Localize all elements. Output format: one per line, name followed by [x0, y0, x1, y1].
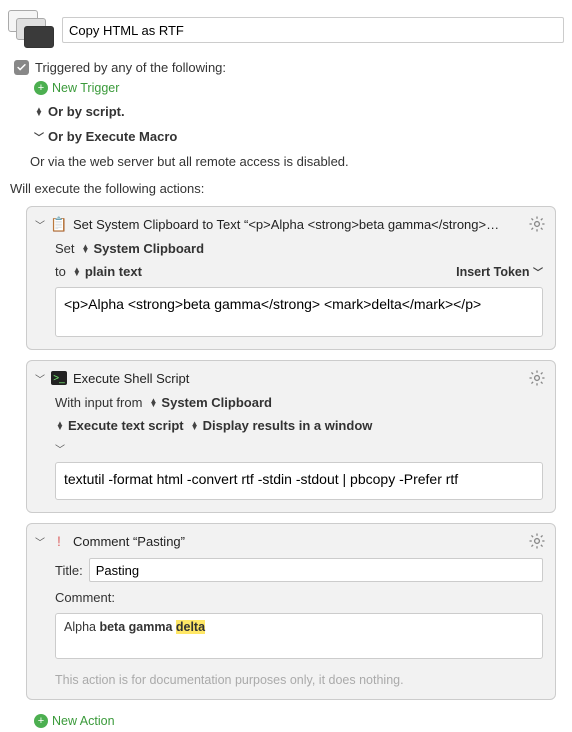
clipboard-text-input[interactable]	[55, 287, 543, 337]
to-label: to	[55, 264, 66, 279]
comment-text-mark: delta	[176, 620, 205, 634]
terminal-icon: >_	[51, 371, 67, 385]
or-by-script[interactable]: ▲▼ Or by script.	[0, 99, 572, 124]
comment-text-plain: Alpha	[64, 620, 99, 634]
chevron-down-icon[interactable]: ﹀	[55, 441, 65, 456]
to-mode-select[interactable]: ▲▼ plain text	[72, 264, 142, 279]
clipboard-icon: 📋	[51, 216, 67, 232]
new-action-button[interactable]: + New Action	[0, 710, 572, 732]
updown-icon: ▲▼	[72, 268, 82, 276]
macro-title-input[interactable]	[62, 17, 564, 43]
exec-mode-label: Execute text script	[68, 418, 184, 433]
plus-icon: +	[34, 714, 48, 728]
or-by-execute-macro[interactable]: ﹀ Or by Execute Macro	[0, 124, 572, 149]
updown-icon: ▲▼	[34, 108, 44, 116]
triggers-label: Triggered by any of the following:	[35, 60, 226, 75]
insert-token-label: Insert Token	[456, 265, 529, 279]
gear-icon[interactable]	[527, 214, 547, 234]
chevron-down-icon: ﹀	[533, 268, 543, 279]
updown-icon: ▲▼	[190, 422, 200, 430]
exec-heading: Will execute the following actions:	[0, 175, 572, 202]
or-via-web-server: Or via the web server but all remote acc…	[0, 149, 572, 175]
comment-title-input[interactable]	[89, 558, 543, 582]
action-title: Comment “Pasting”	[73, 534, 521, 549]
insert-token-button[interactable]: Insert Token ﹀	[456, 264, 543, 279]
set-target-label: System Clipboard	[94, 241, 205, 256]
title-label: Title:	[55, 563, 83, 578]
action-execute-shell: ﹀ >_ Execute Shell Script With input fro…	[26, 360, 556, 513]
new-trigger-button[interactable]: + New Trigger	[0, 77, 572, 99]
display-mode-label: Display results in a window	[203, 418, 373, 433]
new-action-label: New Action	[52, 714, 115, 728]
to-mode-label: plain text	[85, 264, 142, 279]
updown-icon: ▲▼	[148, 399, 158, 407]
comment-icon: !	[51, 533, 67, 549]
action-comment: ﹀ ! Comment “Pasting” Title: Comment: Al…	[26, 523, 556, 700]
with-input-label: With input from	[55, 395, 142, 410]
set-target-select[interactable]: ▲▼ System Clipboard	[81, 241, 205, 256]
action-title: Execute Shell Script	[73, 371, 521, 386]
input-source-select[interactable]: ▲▼ System Clipboard	[148, 395, 272, 410]
set-label: Set	[55, 241, 75, 256]
plus-icon: +	[34, 81, 48, 95]
updown-icon: ▲▼	[55, 422, 65, 430]
macro-icon	[8, 10, 54, 50]
chevron-down-icon: ﹀	[34, 129, 44, 144]
or-script-label: Or by script.	[48, 104, 125, 119]
gear-icon[interactable]	[527, 368, 547, 388]
updown-icon: ▲▼	[81, 245, 91, 253]
gear-icon[interactable]	[527, 531, 547, 551]
action-title: Set System Clipboard to Text “<p>Alpha <…	[73, 217, 521, 232]
disclosure-toggle[interactable]: ﹀	[35, 534, 45, 549]
triggers-enabled-checkbox[interactable]	[14, 60, 29, 75]
new-trigger-label: New Trigger	[52, 81, 119, 95]
doc-note: This action is for documentation purpose…	[55, 667, 543, 687]
action-set-clipboard: ﹀ 📋 Set System Clipboard to Text “<p>Alp…	[26, 206, 556, 350]
disclosure-toggle[interactable]: ﹀	[35, 217, 45, 232]
shell-script-input[interactable]	[55, 462, 543, 500]
disclosure-toggle[interactable]: ﹀	[35, 371, 45, 386]
comment-text-bold: beta gamma	[99, 620, 175, 634]
display-mode-select[interactable]: ▲▼ Display results in a window	[190, 418, 373, 433]
exec-mode-select[interactable]: ▲▼ Execute text script	[55, 418, 184, 433]
comment-body[interactable]: Alpha beta gamma delta	[55, 613, 543, 659]
comment-label: Comment:	[55, 590, 115, 605]
or-execute-macro-label: Or by Execute Macro	[48, 129, 177, 144]
input-source-label: System Clipboard	[161, 395, 272, 410]
